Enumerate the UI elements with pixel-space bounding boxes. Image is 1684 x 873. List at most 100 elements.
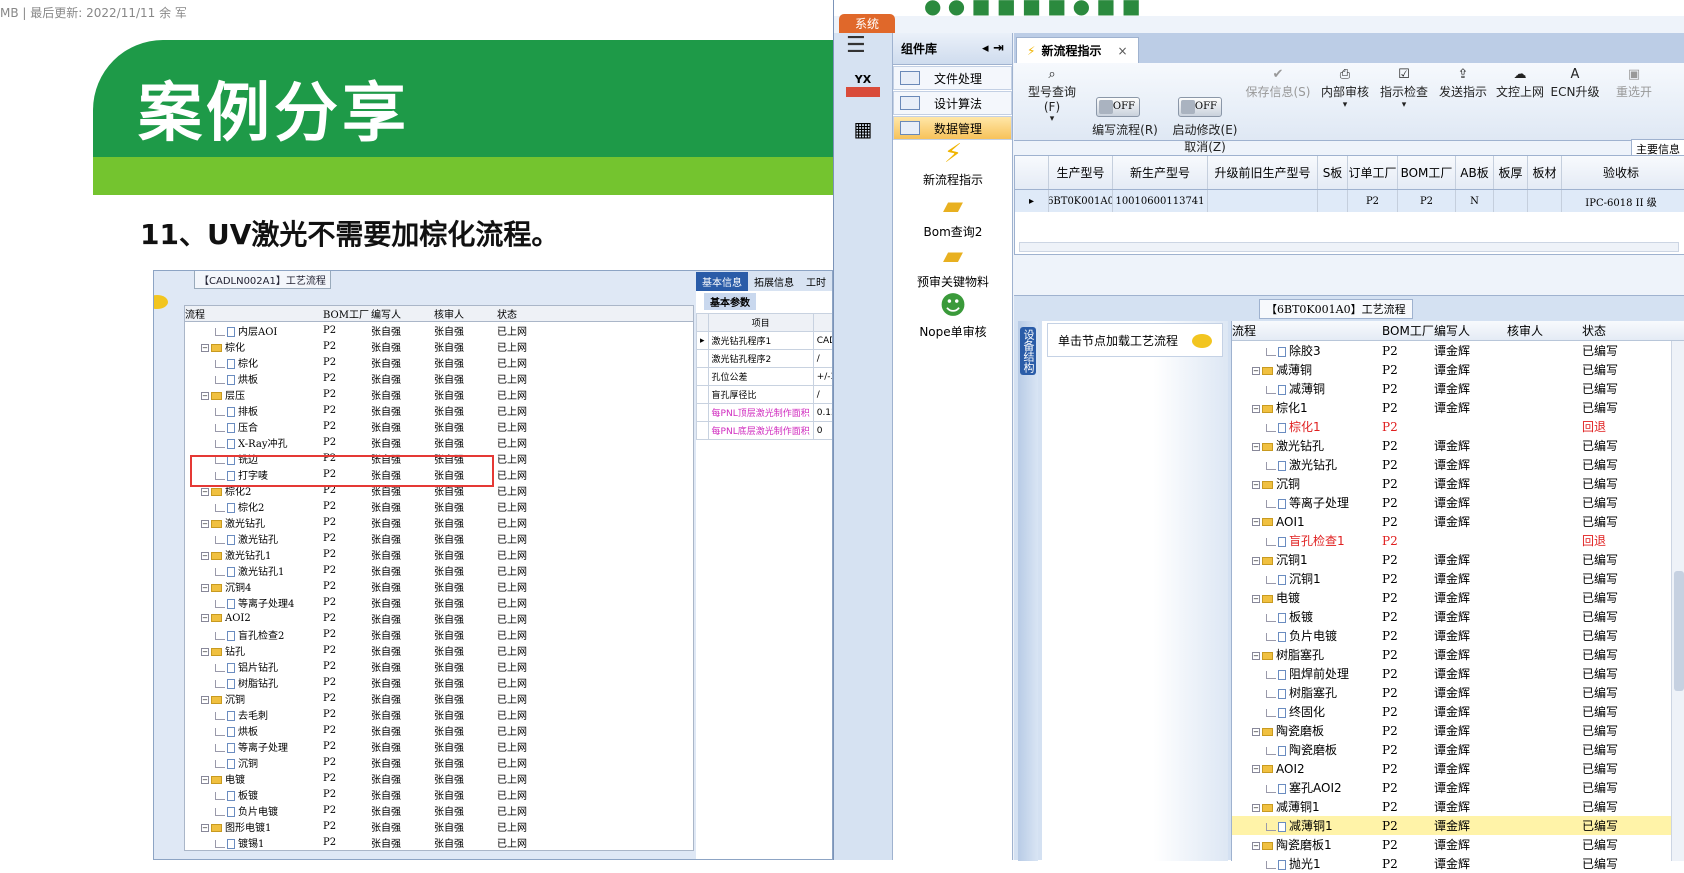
param-row[interactable]: 激光钻孔程序2/Y (696, 349, 832, 368)
tree-row[interactable]: 去毛刺 P2 张自强 张自强 已上网 (185, 706, 693, 722)
reselect-button[interactable]: ▣ 重选开 (1604, 67, 1664, 100)
collapse-icon[interactable]: − (1252, 404, 1260, 413)
collapse-icon[interactable]: − (1252, 841, 1260, 850)
tree-row[interactable]: − 减薄铜1 P2 谭金辉 已编写 (1232, 797, 1684, 816)
tree-row[interactable]: 盲孔检查2 P2 张自强 张自强 已上网 (185, 626, 693, 642)
tree-row[interactable]: − 钻孔 P2 张自强 张自强 已上网 (185, 642, 693, 658)
collapse-icon[interactable]: − (201, 584, 209, 592)
tree-row[interactable]: 等离子处理 P2 张自强 张自强 已上网 (185, 738, 693, 754)
collapse-icon[interactable]: − (201, 552, 209, 560)
param-row[interactable]: 盲孔厚径比/Y (696, 385, 832, 404)
col-thickness[interactable]: 板厚 (1494, 156, 1528, 189)
tree-row[interactable]: 塞孔AOI2 P2 谭金辉 已编写 (1232, 778, 1684, 797)
col-bom-plant[interactable]: BOM工厂 (1398, 156, 1456, 189)
tree-row[interactable]: 板镀 P2 张自强 张自强 已上网 (185, 786, 693, 802)
tree-row[interactable]: − 沉铜1 P2 谭金辉 已编写 (1232, 550, 1684, 569)
table-row[interactable]: ▸ 6BT0K001A0 10010600113741 P2 P2 N IPC-… (1015, 190, 1684, 212)
collapse-icon[interactable]: − (201, 776, 209, 784)
collapse-icon[interactable]: − (201, 392, 209, 400)
tool-nope-review[interactable]: ☻ Nope单审核 (903, 289, 1003, 340)
tree-row[interactable]: 减薄铜1 P2 谭金辉 已编写 (1232, 816, 1684, 835)
tree-row[interactable]: 减薄铜 P2 谭金辉 已编写 (1232, 379, 1684, 398)
col-ab-board[interactable]: AB板 (1456, 156, 1494, 189)
collapse-icon[interactable]: − (201, 488, 209, 496)
internal-review-button[interactable]: ⎙ 内部审核 ▾ (1318, 67, 1372, 110)
tree-row[interactable]: − AOI2 P2 谭金辉 已编写 (1232, 759, 1684, 778)
tree-row[interactable]: X-Ray冲孔 P2 张自强 张自强 已上网 (185, 434, 693, 450)
tree-row[interactable]: 负片电镀 P2 张自强 张自强 已上网 (185, 802, 693, 818)
tree-row[interactable]: 抛光1 P2 谭金辉 已编写 (1232, 854, 1684, 873)
tab-basic-info[interactable]: 基本信息 (696, 271, 748, 291)
tree-row[interactable]: − 减薄铜 P2 谭金辉 已编写 (1232, 360, 1684, 379)
tree-row[interactable]: − 激光钻孔 P2 张自强 张自强 已上网 (185, 514, 693, 530)
calculator-icon[interactable]: ▦ (846, 117, 880, 147)
collapse-icon[interactable]: − (1252, 803, 1260, 812)
tree-row[interactable]: 负片电镀 P2 谭金辉 已编写 (1232, 626, 1684, 645)
send-instruction-button[interactable]: ⇪ 发送指示 (1436, 67, 1490, 100)
col-s-board[interactable]: S板 (1318, 156, 1348, 189)
tree-row[interactable]: − 树脂塞孔 P2 谭金辉 已编写 (1232, 645, 1684, 664)
tree-row[interactable]: − 电镀 P2 张自强 张自强 已上网 (185, 770, 693, 786)
param-row[interactable]: 孔位公差+/-3.00milY (696, 367, 832, 386)
tool-new-process[interactable]: ⚡ 新流程指示 (903, 137, 1003, 188)
param-row[interactable]: 每PNL底层激光制作面积0m²Y (696, 421, 832, 440)
vertical-scrollbar[interactable] (1671, 341, 1684, 861)
system-menu-button[interactable]: 系统 (839, 14, 895, 34)
tree-row[interactable]: − 陶瓷磨板 P2 谭金辉 已编写 (1232, 721, 1684, 740)
tree-row[interactable]: 除胶3 P2 谭金辉 已编写 (1232, 341, 1684, 360)
collapse-icon[interactable]: − (201, 824, 209, 832)
start-modify-toggle[interactable]: OFF (1178, 97, 1222, 117)
tree-row[interactable]: 棕化1 P2 回退 (1232, 417, 1684, 436)
collapse-icon[interactable]: − (1252, 765, 1260, 773)
tree-row[interactable]: 盲孔检查1 P2 回退 (1232, 531, 1684, 550)
tree-row[interactable]: − 沉铜4 P2 张自强 张自强 已上网 (185, 578, 693, 594)
collapse-icon[interactable]: − (1252, 366, 1260, 375)
library-item-file-processing[interactable]: 文件处理 (893, 66, 1012, 90)
tree-row[interactable]: 铝片钻孔 P2 张自强 张自强 已上网 (185, 658, 693, 674)
tree-row[interactable]: − AOI2 P2 张自强 张自强 已上网 (185, 610, 693, 626)
collapse-icon[interactable]: − (201, 614, 209, 622)
close-icon[interactable]: × (1117, 44, 1127, 58)
tree-row[interactable]: − 陶瓷磨板1 P2 谭金辉 已编写 (1232, 835, 1684, 854)
model-query-button[interactable]: ⌕ 型号查询(F) ▾ (1020, 67, 1084, 124)
tree-row[interactable]: 沉铜 P2 张自强 张自强 已上网 (185, 754, 693, 770)
tree-row[interactable]: 激光钻孔1 P2 张自强 张自强 已上网 (185, 562, 693, 578)
collapse-icon[interactable]: − (1252, 727, 1260, 736)
tree-row[interactable]: 排板 P2 张自强 张自强 已上网 (185, 402, 693, 418)
col-production-model[interactable]: 生产型号 (1049, 156, 1113, 189)
col-order-plant[interactable]: 订单工厂 (1348, 156, 1398, 189)
tree-row[interactable]: 棕化 P2 张自强 张自强 已上网 (185, 354, 693, 370)
tree-row[interactable]: 树脂塞孔 P2 谭金辉 已编写 (1232, 683, 1684, 702)
scroll-thumb[interactable] (1674, 571, 1684, 691)
library-item-design-algorithm[interactable]: 设计算法 (893, 91, 1012, 115)
collapse-arrow-icon[interactable]: ◂ ⇥ (982, 41, 1004, 56)
tree-row[interactable]: − 电镀 P2 谭金辉 已编写 (1232, 588, 1684, 607)
tree-row[interactable]: 激光钻孔 P2 谭金辉 已编写 (1232, 455, 1684, 474)
hamburger-icon[interactable]: ☰ (846, 33, 866, 58)
horizontal-scrollbar[interactable] (1019, 242, 1679, 252)
ecn-upgrade-button[interactable]: A ECN升级 (1550, 67, 1600, 100)
instruction-check-button[interactable]: ☑ 指示检查 ▾ (1376, 67, 1432, 110)
tree-row[interactable]: 终固化 P2 谭金辉 已编写 (1232, 702, 1684, 721)
tree-row[interactable]: − 沉铜 P2 张自强 张自强 已上网 (185, 690, 693, 706)
tab-extended-info[interactable]: 拓展信息 (748, 272, 800, 291)
tool-bom-query[interactable]: ▰ Bom查询2 (903, 189, 1003, 240)
tree-row[interactable]: 烘板 P2 张自强 张自强 已上网 (185, 722, 693, 738)
tree-row[interactable]: 烘板 P2 张自强 张自强 已上网 (185, 370, 693, 386)
collapse-icon[interactable]: − (201, 344, 209, 352)
save-info-button[interactable]: ✔ 保存信息(S) (1244, 67, 1312, 100)
tree-row[interactable]: − 层压 P2 张自强 张自强 已上网 (185, 386, 693, 402)
tree-row[interactable]: 沉铜1 P2 谭金辉 已编写 (1232, 569, 1684, 588)
yx-app-icon[interactable]: YX (846, 73, 880, 103)
edit-flow-toggle[interactable]: OFF (1096, 97, 1140, 117)
col-material[interactable]: 板材 (1528, 156, 1562, 189)
collapse-icon[interactable]: − (1252, 594, 1260, 603)
collapse-icon[interactable]: − (1252, 442, 1260, 451)
tree-row[interactable]: − 激光钻孔1 P2 张自强 张自强 已上网 (185, 546, 693, 562)
param-row[interactable]: 每PNL顶层激光制作面积0.13m²Y (696, 403, 832, 422)
tree-row[interactable]: 内层AOI P2 张自强 张自强 已上网 (185, 322, 693, 338)
tree-row[interactable]: 陶瓷磨板 P2 谭金辉 已编写 (1232, 740, 1684, 759)
tree-row[interactable]: 棕化2 P2 张自强 张自强 已上网 (185, 498, 693, 514)
tab-new-process[interactable]: ⚡ 新流程指示 × (1016, 37, 1139, 63)
collapse-icon[interactable]: − (201, 520, 209, 528)
